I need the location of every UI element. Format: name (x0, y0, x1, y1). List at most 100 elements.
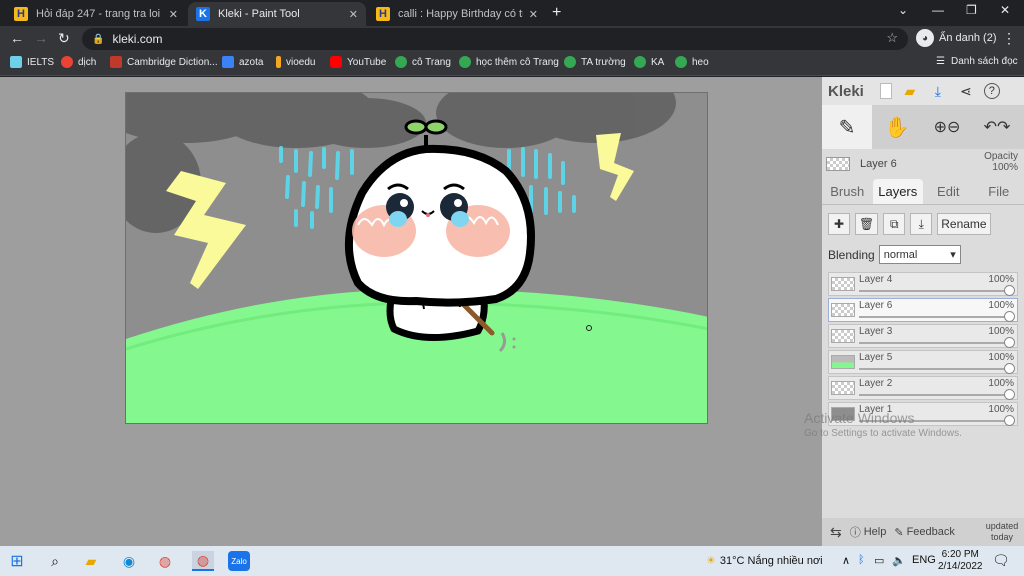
new-image-icon[interactable] (879, 83, 892, 99)
bookmark-azota[interactable]: azota (222, 56, 263, 68)
bookmark-star-icon[interactable]: ☆ (886, 30, 898, 46)
opacity-slider-knob[interactable] (1004, 389, 1015, 400)
tab-search-chevron-icon[interactable]: ⌄ (898, 3, 908, 17)
network-icon[interactable]: ▭ (874, 554, 884, 567)
blending-select[interactable]: normal ▾ (878, 245, 961, 264)
opacity-slider-knob[interactable] (1004, 311, 1015, 322)
delete-layer-button[interactable]: 🗑 (855, 213, 879, 235)
help-link[interactable]: ⓘ Help (850, 524, 887, 540)
bookmark-hoc-them[interactable]: học thêm cô Trang (459, 56, 559, 68)
opacity-slider-knob[interactable] (1004, 363, 1015, 374)
kleki-logo[interactable]: Kleki (828, 83, 864, 100)
brush-tool-button[interactable]: ✎ (822, 105, 872, 149)
minimize-icon[interactable]: — (932, 3, 944, 17)
zalo-icon[interactable]: Zalo (228, 551, 250, 571)
windows-start-icon[interactable]: ⊞ (6, 551, 28, 571)
tab-brush[interactable]: Brush (822, 179, 873, 204)
menu-kebab-icon[interactable]: ⋮ (1002, 30, 1016, 47)
layer-item[interactable]: Layer 2 100% (828, 376, 1018, 400)
chrome-active-icon[interactable]: ◍ (192, 551, 214, 571)
weather-widget[interactable]: ☀ 31°C Nắng nhiều nơi (706, 554, 823, 567)
tray-chevron-icon[interactable]: ∧ (842, 554, 850, 567)
bookmark-cambridge[interactable]: Cambridge Diction... (110, 56, 218, 68)
opacity-slider-track[interactable] (859, 290, 1011, 292)
bookmark-dich[interactable]: dịch (61, 56, 96, 68)
bluetooth-icon[interactable]: ᛒ (858, 554, 865, 566)
feedback-link[interactable]: ✎ Feedback (894, 526, 955, 539)
restore-icon[interactable]: ❐ (966, 3, 977, 17)
bookmark-label: YouTube (347, 56, 387, 68)
search-icon[interactable]: ⌕ (44, 551, 66, 571)
bookmark-youtube[interactable]: YouTube (330, 56, 386, 68)
address-bar[interactable]: 🔒 kleki.com ☆ (82, 28, 908, 50)
close-icon[interactable]: ✕ (349, 8, 358, 21)
merge-layer-button[interactable]: ⤓ (910, 213, 933, 235)
undo-redo-button[interactable]: ↶↷ (972, 105, 1022, 149)
opacity-slider-track[interactable] (859, 316, 1011, 318)
opacity-slider-knob[interactable] (1004, 285, 1015, 296)
tab-hoidap[interactable]: H Hỏi đáp 247 - trang tra loi ✕ (6, 2, 186, 26)
browser-tab-strip: H Hỏi đáp 247 - trang tra loi ✕ K Kleki … (0, 0, 1024, 26)
back-arrow-icon[interactable]: ← (10, 30, 24, 46)
bookmark-heo[interactable]: heo (675, 56, 709, 68)
tab-title: calli : Happy Birthday có trang trí (398, 8, 523, 20)
eye-shine (454, 199, 462, 207)
share-icon[interactable]: ⋖ (956, 81, 976, 101)
drawing-canvas[interactable] (125, 92, 708, 424)
language-indicator[interactable]: ENG (912, 554, 936, 566)
opacity-slider-track[interactable] (859, 368, 1011, 370)
canvas-workspace[interactable] (0, 77, 822, 546)
cambridge-icon (110, 56, 122, 68)
tab-layers[interactable]: Layers (872, 179, 923, 204)
zoom-button[interactable]: ⊕⊖ (922, 105, 972, 149)
layer-item[interactable]: Layer 3 100% (828, 324, 1018, 348)
chrome-icon[interactable]: ◍ (154, 551, 176, 571)
download-icon[interactable]: ⤓ (928, 81, 948, 101)
opacity-slider-track[interactable] (859, 394, 1011, 396)
tab-kleki[interactable]: K Kleki - Paint Tool ✕ (188, 2, 366, 26)
bookmark-label: TA trường (581, 56, 626, 68)
notifications-icon[interactable]: 🗨 (992, 552, 1010, 569)
tab-file[interactable]: File (974, 179, 1024, 204)
updated-label[interactable]: updated today (984, 521, 1020, 543)
layer-item-selected[interactable]: Layer 6 100% (828, 298, 1018, 322)
opacity-slider-knob[interactable] (1004, 337, 1015, 348)
tab-edit[interactable]: Edit (923, 179, 974, 204)
kleki-side-panel: Kleki ▰ ⤓ ⋖ ? ✎ ✋ ⊕⊖ ↶↷ Layer 6 Opacity … (822, 77, 1024, 546)
zoom-in-out-icon: ⊕⊖ (933, 119, 961, 136)
help-circle-icon[interactable]: ? (983, 83, 1000, 99)
classroom-icon (459, 56, 471, 68)
swap-panel-icon[interactable]: ⇆ (830, 524, 842, 541)
tab-calli[interactable]: H calli : Happy Birthday có trang trí ✕ (368, 2, 546, 26)
duplicate-layer-button[interactable]: ⧉ (883, 213, 906, 235)
edge-icon[interactable]: ◉ (118, 551, 140, 571)
feedback-label: Feedback (906, 526, 955, 538)
chevron-down-icon: ▾ (950, 249, 956, 261)
bookmark-ka[interactable]: KA (634, 56, 664, 68)
hand-tool-button[interactable]: ✋ (872, 105, 922, 149)
opacity-slider-knob[interactable] (1004, 415, 1015, 426)
file-explorer-icon[interactable]: ▰ (80, 551, 102, 571)
incognito-profile-button[interactable]: ◕ Ẩn danh (2) (916, 29, 996, 47)
reload-icon[interactable]: ↻ (58, 30, 70, 47)
layer-item[interactable]: Layer 4 100% (828, 272, 1018, 296)
add-layer-button[interactable]: ✚ (828, 213, 850, 235)
new-tab-button[interactable]: + (552, 4, 561, 22)
watermark-subtitle: Go to Settings to activate Windows. (804, 428, 962, 439)
close-icon[interactable]: ✕ (529, 8, 538, 21)
close-icon[interactable]: ✕ (169, 8, 178, 21)
rename-layer-button[interactable]: Rename (937, 213, 991, 235)
bookmark-ielts[interactable]: IELTS (10, 56, 54, 68)
opacity-slider-track[interactable] (859, 342, 1011, 344)
panel-header: Kleki ▰ ⤓ ⋖ ? (822, 77, 1024, 105)
clock[interactable]: 6:20 PM 2/14/2022 (938, 549, 983, 573)
layer-item[interactable]: Layer 5 100% (828, 350, 1018, 374)
open-folder-icon[interactable]: ▰ (900, 81, 920, 101)
bookmark-co-trang[interactable]: cô Trang (395, 56, 451, 68)
bookmark-vioedu[interactable]: vioedu (276, 56, 315, 68)
volume-icon[interactable]: 🔈 (892, 554, 906, 567)
forward-arrow-icon[interactable]: → (34, 30, 48, 46)
bookmark-ta-truong[interactable]: TA trường (564, 56, 626, 68)
close-window-icon[interactable]: ✕ (1000, 3, 1010, 17)
reading-list-button[interactable]: ☰ Danh sách đọc (936, 56, 1018, 67)
